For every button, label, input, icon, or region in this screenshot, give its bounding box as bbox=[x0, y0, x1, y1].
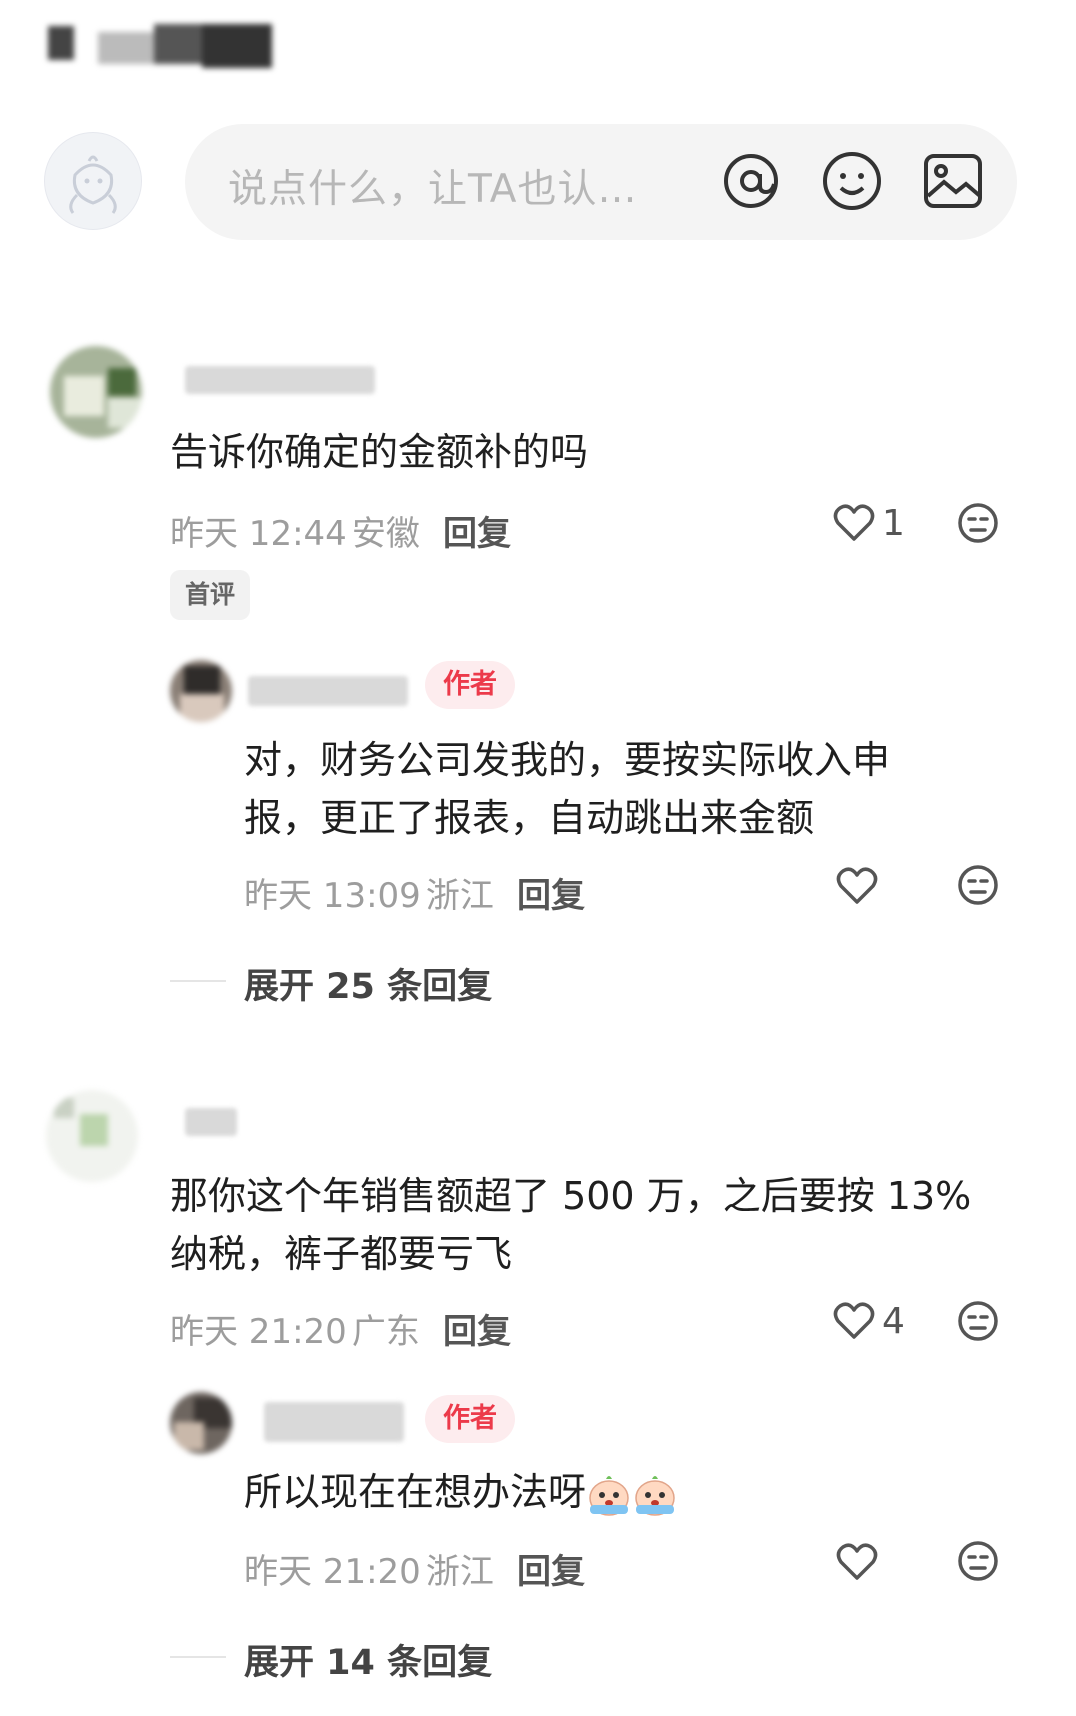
author-name[interactable] bbox=[248, 676, 408, 706]
author-badge: 作者 bbox=[425, 661, 515, 709]
reply-time: 昨天 13:09 bbox=[244, 876, 421, 916]
reply-location: 浙江 bbox=[425, 876, 494, 916]
reply-button[interactable]: 回复 bbox=[443, 514, 511, 554]
at-icon[interactable] bbox=[720, 150, 782, 212]
comment-text: 告诉你确定的金额补的吗 bbox=[170, 430, 589, 474]
crying-emoji-icon bbox=[635, 1475, 675, 1516]
author-avatar[interactable] bbox=[170, 660, 232, 722]
comment-time: 昨天 21:20 bbox=[170, 1312, 347, 1352]
reply-text-line-2: 报，更正了报表，自动跳出来金额 bbox=[244, 796, 815, 840]
expand-replies-button[interactable]: 展开 25 条回复 bbox=[244, 958, 492, 1009]
like-count: 1 bbox=[882, 503, 905, 544]
comment-location: 安徽 bbox=[351, 514, 420, 554]
author-avatar[interactable] bbox=[170, 1392, 232, 1454]
reply-text: 所以现在在想办法呀 bbox=[244, 1464, 678, 1520]
expand-divider bbox=[170, 1656, 226, 1658]
reply-meta: 昨天 21:20 浙江 回复 bbox=[244, 1544, 585, 1592]
emoji-icon[interactable] bbox=[821, 150, 883, 212]
reply-button[interactable]: 回复 bbox=[443, 1312, 511, 1352]
top-header bbox=[44, 20, 284, 70]
comment-text-line-2: 纳税，裤子都要亏飞 bbox=[170, 1232, 513, 1276]
comment-text-line-1: 那你这个年销售额超了 500 万，之后要按 13% bbox=[170, 1174, 972, 1218]
dislike-face-icon[interactable] bbox=[957, 1540, 999, 1582]
dislike-face-icon[interactable] bbox=[957, 1300, 999, 1342]
first-comment-badge: 首评 bbox=[170, 570, 251, 620]
reply-button[interactable]: 回复 bbox=[517, 1552, 585, 1592]
reply-text-line-1: 对，财务公司发我的，要按实际收入申 bbox=[244, 738, 891, 782]
author-name[interactable] bbox=[264, 1402, 404, 1442]
heart-icon[interactable] bbox=[833, 1301, 875, 1341]
expand-replies-button[interactable]: 展开 14 条回复 bbox=[244, 1634, 492, 1685]
image-icon[interactable] bbox=[922, 150, 984, 212]
comment-meta: 昨天 21:20 广东 回复 bbox=[170, 1304, 511, 1352]
reply-text-content: 所以现在在想办法呀 bbox=[244, 1470, 587, 1514]
reply-time: 昨天 21:20 bbox=[244, 1552, 421, 1592]
comment-input-placeholder[interactable]: 说点什么，让TA也认… bbox=[228, 158, 637, 214]
heart-icon[interactable] bbox=[836, 866, 878, 906]
dislike-face-icon[interactable] bbox=[957, 502, 999, 544]
expand-divider bbox=[170, 980, 226, 982]
reply-meta: 昨天 13:09 浙江 回复 bbox=[244, 868, 585, 916]
mascot-avatar-icon bbox=[69, 155, 117, 214]
crying-emoji-icon bbox=[589, 1475, 629, 1516]
commenter-avatar[interactable] bbox=[50, 346, 142, 438]
reply-location: 浙江 bbox=[425, 1552, 494, 1592]
heart-icon[interactable] bbox=[833, 503, 875, 543]
commenter-name[interactable] bbox=[185, 366, 375, 394]
comment-time: 昨天 12:44 bbox=[170, 514, 347, 554]
commenter-avatar[interactable] bbox=[46, 1090, 138, 1182]
author-badge: 作者 bbox=[425, 1395, 515, 1443]
heart-icon[interactable] bbox=[836, 1542, 878, 1582]
like-count: 4 bbox=[882, 1301, 905, 1342]
dislike-face-icon[interactable] bbox=[957, 864, 999, 906]
commenter-name[interactable] bbox=[185, 1108, 237, 1136]
my-avatar[interactable] bbox=[44, 132, 142, 230]
comment-location: 广东 bbox=[351, 1312, 420, 1352]
comment-meta: 昨天 12:44 安徽 回复 bbox=[170, 506, 511, 554]
reply-button[interactable]: 回复 bbox=[517, 876, 585, 916]
